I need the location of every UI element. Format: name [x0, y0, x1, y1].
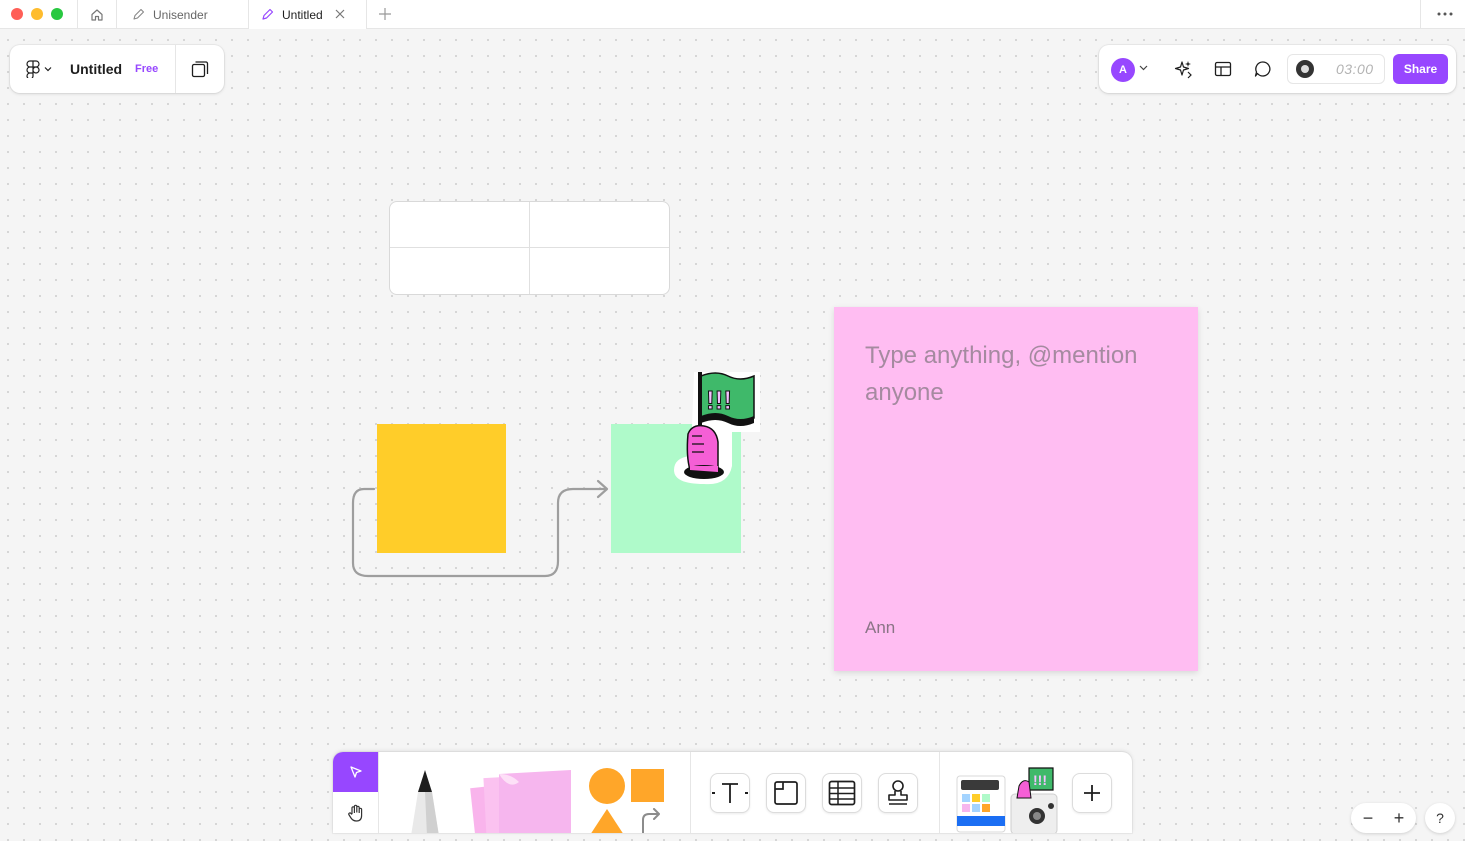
window-close-button[interactable] — [11, 8, 23, 20]
sticky-note[interactable]: Type anything, @mention anyone Ann — [834, 307, 1198, 671]
svg-text:!!!: !!! — [706, 385, 732, 415]
sticky-note-tool-icon[interactable] — [465, 766, 575, 833]
tab-label: Untitled — [282, 7, 323, 22]
divider — [378, 752, 379, 833]
marker-tool-icon[interactable] — [403, 766, 448, 833]
cursor-icon — [349, 766, 362, 778]
collab-toolbar: A 03:00 Share — [1099, 45, 1456, 93]
title-bar: Unisender Untitled — [0, 0, 1465, 29]
plan-badge[interactable]: Free — [135, 63, 158, 75]
canvas-table[interactable] — [389, 201, 670, 295]
hand-tool-button[interactable] — [333, 792, 378, 833]
file-panel: Untitled Free — [10, 45, 224, 93]
triangle-shape-tool[interactable] — [590, 809, 624, 833]
widgets-stickers-icon[interactable]: !!! — [953, 764, 1063, 833]
divider — [1420, 0, 1421, 29]
section-icon — [774, 781, 798, 805]
divider — [175, 45, 176, 93]
window-minimize-button[interactable] — [31, 8, 43, 20]
text-tool-button[interactable] — [710, 773, 750, 813]
stamp-tool-button[interactable] — [878, 773, 918, 813]
plus-icon — [1084, 785, 1100, 801]
more-tools-button[interactable] — [1072, 773, 1112, 813]
move-tool-button[interactable] — [333, 752, 378, 792]
svg-text:!!!: !!! — [1033, 772, 1047, 788]
main-menu-button[interactable] — [26, 60, 52, 78]
table-cell[interactable] — [529, 202, 669, 248]
comment-icon[interactable] — [1253, 59, 1273, 79]
zoom-out-button[interactable]: − — [1359, 808, 1377, 828]
close-icon[interactable] — [334, 8, 346, 20]
stamp-icon — [888, 780, 908, 805]
tab-unisender[interactable]: Unisender — [118, 0, 249, 29]
timer-value: 03:00 — [1336, 61, 1374, 77]
figjam-logo-icon — [26, 60, 40, 78]
sticky-placeholder-text[interactable]: Type anything, @mention anyone — [865, 337, 1175, 411]
table-cell[interactable] — [390, 248, 530, 294]
zoom-controls: − + — [1351, 803, 1416, 833]
divider — [939, 752, 940, 833]
home-button[interactable] — [77, 0, 117, 29]
square-shape-tool[interactable] — [631, 769, 664, 802]
connector-tool-icon[interactable] — [639, 808, 663, 833]
tab-untitled[interactable]: Untitled — [249, 0, 367, 29]
timer-icon — [1296, 60, 1314, 78]
table-icon — [828, 780, 856, 806]
hand-icon — [347, 804, 362, 822]
file-title[interactable]: Untitled — [70, 61, 122, 77]
tab-label: Unisender — [153, 7, 208, 22]
table-cell[interactable] — [530, 248, 670, 294]
section-tool-button[interactable] — [766, 773, 806, 813]
pages-icon[interactable] — [190, 59, 210, 79]
divider — [690, 752, 691, 833]
circle-shape-tool[interactable] — [589, 768, 625, 804]
pen-file-icon — [262, 8, 274, 20]
layout-icon[interactable] — [1213, 59, 1233, 79]
help-button[interactable]: ? — [1425, 803, 1455, 833]
more-horizontal-icon[interactable] — [1437, 8, 1453, 20]
sticky-author: Ann — [865, 618, 896, 637]
zoom-in-button[interactable]: + — [1390, 808, 1408, 828]
creation-toolbar: !!! — [333, 752, 1132, 833]
table-cell[interactable] — [390, 202, 530, 248]
text-icon — [712, 783, 748, 803]
chevron-down-icon — [44, 67, 52, 72]
flag-sticker-icon[interactable]: !!! — [668, 366, 766, 490]
table-tool-button[interactable] — [822, 773, 862, 813]
plus-icon[interactable] — [378, 7, 392, 21]
chevron-down-icon[interactable] — [1139, 65, 1148, 71]
share-button[interactable]: Share — [1393, 54, 1448, 84]
home-icon — [91, 8, 103, 21]
avatar[interactable]: A — [1111, 58, 1135, 82]
pen-file-icon — [133, 8, 145, 20]
ai-sparkle-icon[interactable] — [1173, 59, 1193, 79]
yellow-square-shape[interactable] — [377, 424, 506, 553]
timer-button[interactable]: 03:00 — [1287, 54, 1385, 84]
window-zoom-button[interactable] — [51, 8, 63, 20]
